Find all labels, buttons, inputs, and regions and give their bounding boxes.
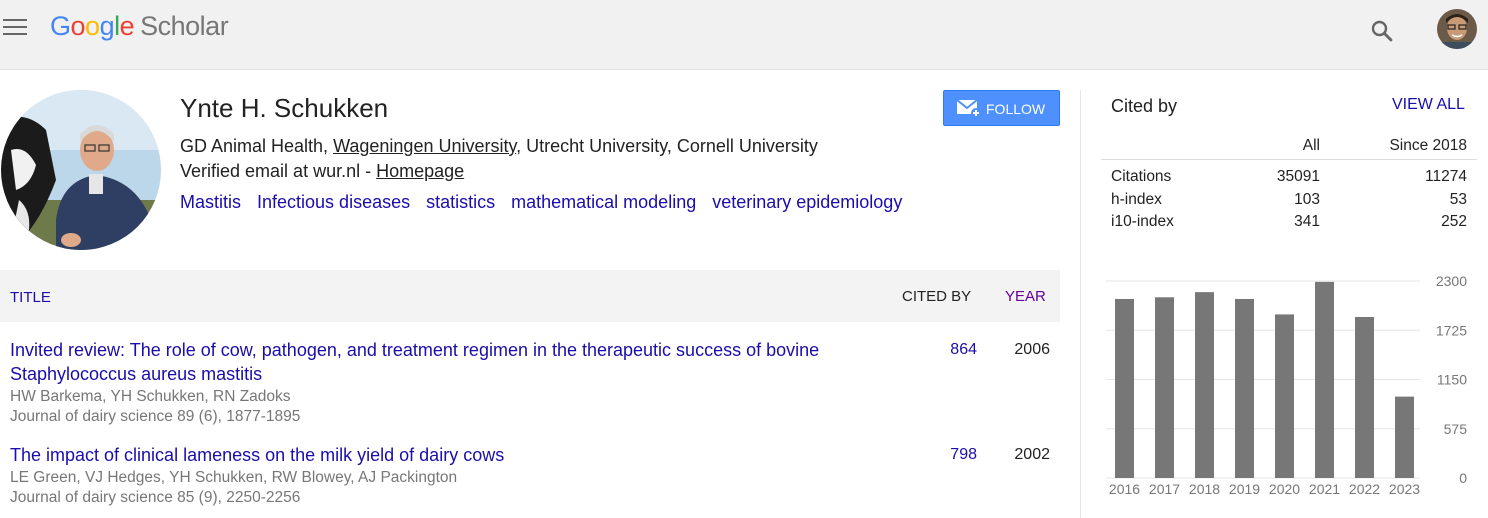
profile-email: Verified email at wur.nl - Homepage [180,161,465,181]
chart-bar [1155,297,1174,478]
cited-by-count[interactable]: 864 [950,341,977,359]
chart-bar [1235,298,1254,478]
article-authors: LE Green, VJ Hedges, YH Schukken, RW Blo… [10,469,458,486]
y-tick-label: 575 [1444,421,1468,437]
article-title-link[interactable]: Invited review: The role of cow, pathoge… [10,338,870,386]
cited-by-count[interactable]: 798 [950,446,977,464]
profile-affiliation: GD Animal Health, Wageningen University,… [180,136,818,156]
interest-link[interactable]: veterinary epidemiology [712,192,902,212]
sort-by-title[interactable]: TITLE [10,289,51,306]
search-icon[interactable] [1370,19,1394,43]
table-row: Invited review: The role of cow, pathoge… [0,338,1060,430]
logo-product-name: Scholar [140,11,229,41]
google-scholar-logo[interactable]: Google Scholar [50,11,229,42]
stats-header-row: All Since 2018 [1101,134,1477,160]
stats-row: i10-index 341 252 [1111,213,1467,230]
profile-photo [1,90,161,250]
y-tick-label: 1150 [1437,372,1467,388]
stats-col-all: All [1302,137,1320,154]
chart-bar [1115,298,1134,478]
email-follow-icon [957,100,981,118]
chart-bar [1275,314,1294,478]
chart-bar [1395,396,1414,478]
chart-bar [1195,292,1214,478]
y-tick-label: 2300 [1436,273,1467,289]
article-journal: Journal of dairy science 85 (9), 2250-22… [10,489,301,506]
profile-name: Ynte H. Schukken [180,93,389,123]
article-year: 2002 [1014,446,1050,463]
x-tick-label: 2022 [1349,481,1380,497]
article-authors: HW Barkema, YH Schukken, RN Zadoks [10,388,291,405]
interest-link[interactable]: statistics [426,192,495,212]
cited-by-heading: Cited by [1111,96,1178,116]
citations-per-year-chart: 2300 1725 1150 575 0 2016 2017 2018 2019 2020 2021… [1106,273,1468,497]
stats-row: Citations 35091 11274 [1111,168,1467,185]
homepage-link[interactable]: Homepage [376,161,464,181]
sort-by-cited[interactable]: CITED BY [902,288,971,305]
stats-row: h-index 103 53 [1111,190,1467,208]
stats-col-since: Since 2018 [1389,137,1467,154]
x-tick-label: 2021 [1309,481,1340,497]
menu-icon[interactable] [3,19,27,37]
account-avatar[interactable] [1437,9,1477,49]
affiliation-link-wageningen[interactable]: Wageningen University [333,136,516,156]
x-tick-label: 2018 [1189,481,1220,497]
follow-button[interactable]: FOLLOW [943,90,1060,126]
article-journal: Journal of dairy science 89 (6), 1877-18… [10,408,301,425]
interest-link[interactable]: Infectious diseases [257,192,410,212]
chart-bar [1315,281,1334,478]
x-tick-label: 2019 [1229,481,1260,497]
x-tick-label: 2017 [1149,481,1180,497]
y-tick-label: 0 [1459,470,1467,486]
article-year: 2006 [1014,341,1050,358]
view-all-link[interactable]: VIEW ALL [1392,96,1465,114]
panel-divider [1080,90,1081,518]
article-title-link[interactable]: The impact of clinical lameness on the m… [10,443,870,467]
research-interests: Mastitis Infectious diseases statistics mat… [180,192,918,213]
y-tick-label: 1725 [1436,322,1467,338]
articles-table-header: TITLE CITED BY YEAR [0,270,1060,322]
interest-link[interactable]: Mastitis [180,192,241,212]
table-row: The impact of clinical lameness on the m… [0,443,1060,513]
sort-by-year[interactable]: YEAR [1005,288,1046,305]
follow-label: FOLLOW [986,101,1046,117]
interest-link[interactable]: mathematical modeling [511,192,696,212]
chart-bar [1355,316,1374,478]
citation-stats-table: All Since 2018 Citations 35091 11274 h-i… [1101,134,1477,230]
x-tick-label: 2023 [1389,481,1420,497]
top-bar: Google Scholar [0,0,1488,70]
x-tick-label: 2020 [1269,481,1300,497]
x-tick-label: 2016 [1109,481,1140,497]
